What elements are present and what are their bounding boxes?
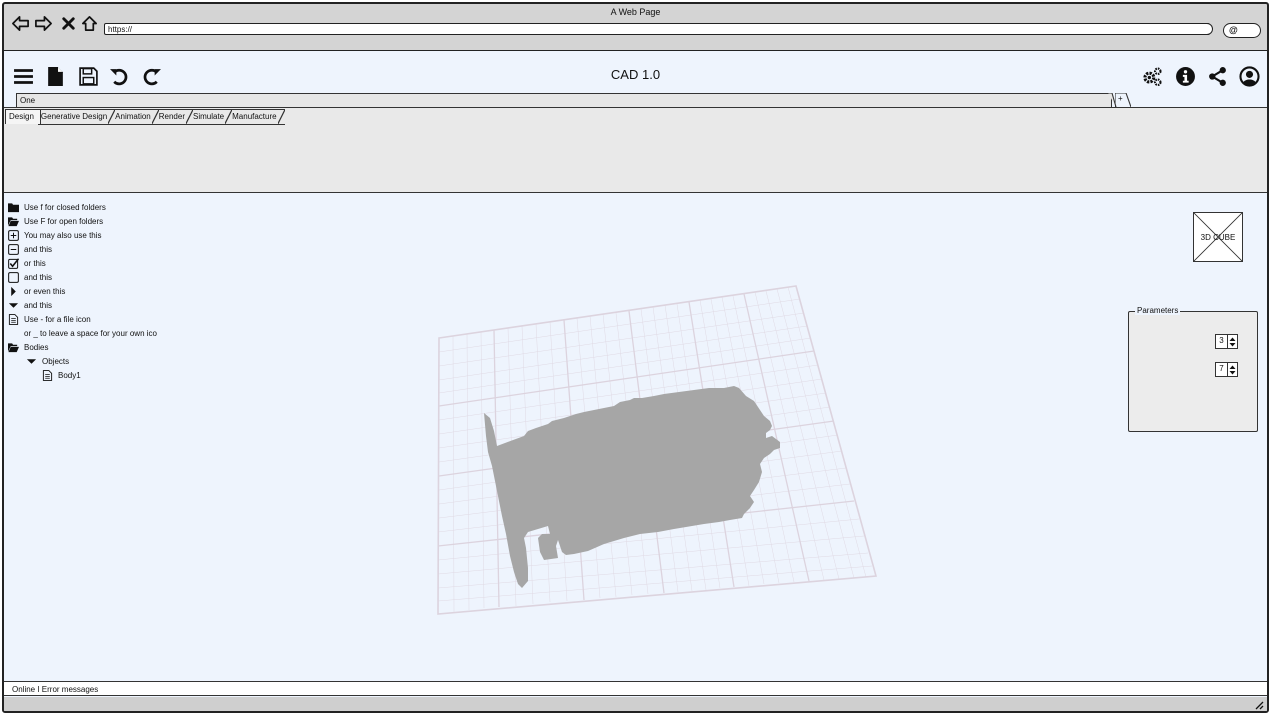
tree-item-label: or this	[24, 258, 46, 268]
tree-item-label: Use - for a file icon	[24, 314, 91, 324]
tree-item[interactable]: or even this	[7, 284, 157, 298]
tree-item[interactable]: or this	[7, 256, 157, 270]
3d-viewport[interactable]	[424, 276, 894, 666]
stepper-arrows-icon[interactable]	[1228, 335, 1237, 348]
info-icon[interactable]	[1174, 65, 1196, 87]
tree-item-label: or even this	[24, 286, 66, 296]
tree-item[interactable]: You may also use this	[7, 228, 157, 242]
blank-icon-space	[7, 328, 19, 339]
tree-item[interactable]: Use F for open folders	[7, 214, 157, 228]
document-tab-one[interactable]: One	[16, 93, 1112, 107]
tab-generative-design[interactable]: Generative Design	[37, 109, 116, 125]
ribbon-panel: Design Generative Design Animation Rende…	[4, 107, 1267, 193]
tree-item[interactable]: and this	[7, 242, 157, 256]
tree-item-objects[interactable]: Objects	[7, 354, 157, 368]
browser-search-button[interactable]: @	[1223, 23, 1261, 38]
folder-closed-icon	[7, 202, 19, 213]
tree-item-label: You may also use this	[24, 230, 102, 240]
tree-item[interactable]: and this	[7, 270, 157, 284]
tab-manufacture[interactable]: Manufacture	[229, 109, 286, 125]
stepper-value: 3	[1216, 335, 1228, 348]
tree-item-label: and this	[24, 272, 53, 282]
add-tab-label: +	[1118, 94, 1123, 103]
tab-render[interactable]: Render	[155, 109, 194, 125]
tab-design[interactable]: Design	[5, 109, 41, 124]
tree-item-bodies[interactable]: Bodies	[7, 340, 157, 354]
close-icon[interactable]	[58, 13, 78, 33]
tree-item[interactable]: or _ to leave a space for your own ico	[7, 326, 157, 340]
window-title: A Web Page	[610, 7, 661, 17]
tab-animation[interactable]: Animation	[112, 109, 159, 125]
ribbon-tabs: Design Generative Design Animation Rende…	[5, 109, 286, 125]
checkbox-empty-icon	[7, 271, 19, 283]
parameter-stepper-1[interactable]: 3	[1215, 334, 1238, 349]
file-icon	[41, 369, 53, 381]
checkbox-checked-icon	[7, 257, 19, 269]
tree-item-label: Body1	[58, 370, 81, 380]
tree-item[interactable]: Use - for a file icon	[7, 312, 157, 326]
parameters-legend: Parameters	[1135, 306, 1181, 315]
app-title: CAD 1.0	[610, 67, 661, 82]
parameters-panel: Parameters 3 7	[1128, 306, 1258, 432]
view-cube[interactable]: 3D CUBE	[1193, 212, 1243, 262]
tab-simulate[interactable]: Simulate	[190, 109, 233, 125]
tree-item-label: or _ to leave a space for your own ico	[24, 328, 157, 338]
window-bottom-strip	[4, 697, 1267, 711]
back-arrow-icon[interactable]	[10, 13, 30, 33]
home-icon[interactable]	[79, 13, 99, 33]
model-tree: Use f for closed folders Use F for open …	[7, 200, 157, 382]
resize-grip-icon[interactable]	[1252, 698, 1264, 710]
url-input[interactable]: https://	[104, 23, 1210, 35]
tree-item-label: Bodies	[24, 342, 49, 352]
caret-right-icon	[7, 286, 19, 297]
caret-down-icon	[25, 356, 37, 367]
model-body1[interactable]	[484, 386, 780, 588]
search-icon: @	[1229, 25, 1238, 35]
forward-arrow-icon[interactable]	[33, 13, 53, 33]
browser-window: A Web Page https:// @ CAD 1.0 One + Desi…	[2, 2, 1269, 713]
tree-item-label: Use f for closed folders	[24, 202, 106, 212]
share-icon[interactable]	[1206, 65, 1228, 87]
caret-down-icon	[7, 300, 19, 311]
tree-item[interactable]: and this	[7, 298, 157, 312]
tree-item[interactable]: Use f for closed folders	[7, 200, 157, 214]
plus-box-icon	[7, 229, 19, 241]
tree-item-body1[interactable]: Body1	[7, 368, 157, 382]
minus-box-icon	[7, 243, 19, 255]
user-icon[interactable]	[1238, 65, 1260, 87]
status-bar: Online I Error messages	[4, 681, 1267, 696]
settings-icon[interactable]	[1141, 65, 1163, 87]
tree-item-label: Use F for open folders	[24, 216, 104, 226]
file-icon	[7, 313, 19, 325]
add-document-tab[interactable]: +	[1115, 93, 1131, 107]
cad-app: CAD 1.0 One + Design Generative Design A…	[4, 50, 1267, 711]
stepper-value: 7	[1216, 363, 1228, 376]
tree-item-label: Objects	[42, 356, 70, 366]
folder-open-icon	[7, 216, 19, 227]
tree-item-label: and this	[24, 300, 53, 310]
folder-open-icon	[7, 342, 19, 353]
stepper-arrows-icon[interactable]	[1228, 363, 1237, 376]
url-bar-end	[1205, 23, 1213, 35]
parameter-stepper-2[interactable]: 7	[1215, 362, 1238, 377]
view-cube-label: 3D CUBE	[1200, 233, 1236, 242]
tree-item-label: and this	[24, 244, 53, 254]
